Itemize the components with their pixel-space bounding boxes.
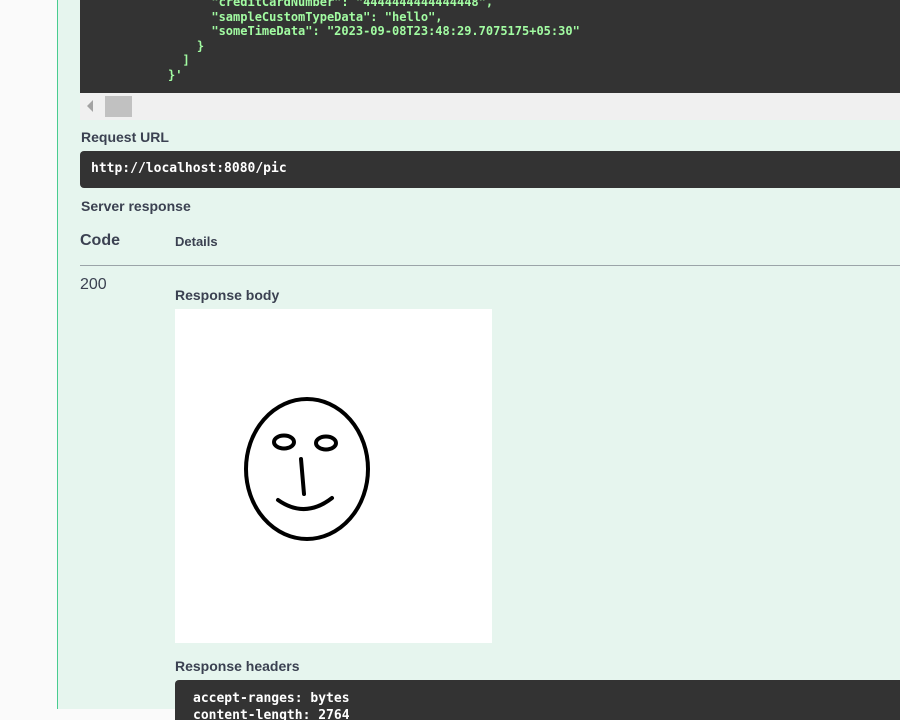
server-response-label: Server response [81, 198, 191, 214]
response-body-label: Response body [175, 287, 280, 303]
column-header-details: Details [175, 234, 218, 249]
code-line: ] [168, 53, 190, 67]
horizontal-scrollbar[interactable] [80, 93, 900, 120]
request-url-label: Request URL [81, 129, 169, 145]
response-status-code: 200 [80, 276, 107, 293]
response-headers-code: accept-ranges: bytes content-length: 276… [175, 680, 900, 720]
header-line: accept-ranges: bytes [193, 691, 350, 706]
table-divider [80, 265, 900, 266]
code-line: "someTimeData": "2023-09-08T23:48:29.707… [168, 24, 580, 38]
code-line: } [168, 38, 205, 53]
column-header-code: Code [80, 232, 120, 249]
header-line: content-length: 2764 [193, 708, 350, 720]
response-headers-label: Response headers [175, 658, 300, 674]
response-body-image [175, 309, 492, 643]
smiley-face-icon [244, 397, 370, 541]
request-body-code: "creditCardNumber": "4444444444444448", … [80, 0, 900, 93]
request-url-box: http://localhost:8080/pic [80, 151, 900, 188]
scrollbar-thumb[interactable] [105, 96, 132, 117]
code-line: "sampleCustomTypeData": "hello", [168, 9, 443, 24]
request-url-value: http://localhost:8080/pic [91, 161, 287, 176]
code-line: "creditCardNumber": "4444444444444448", [168, 0, 494, 9]
code-line: }' [168, 67, 183, 82]
scroll-left-arrow-icon[interactable] [87, 100, 93, 112]
